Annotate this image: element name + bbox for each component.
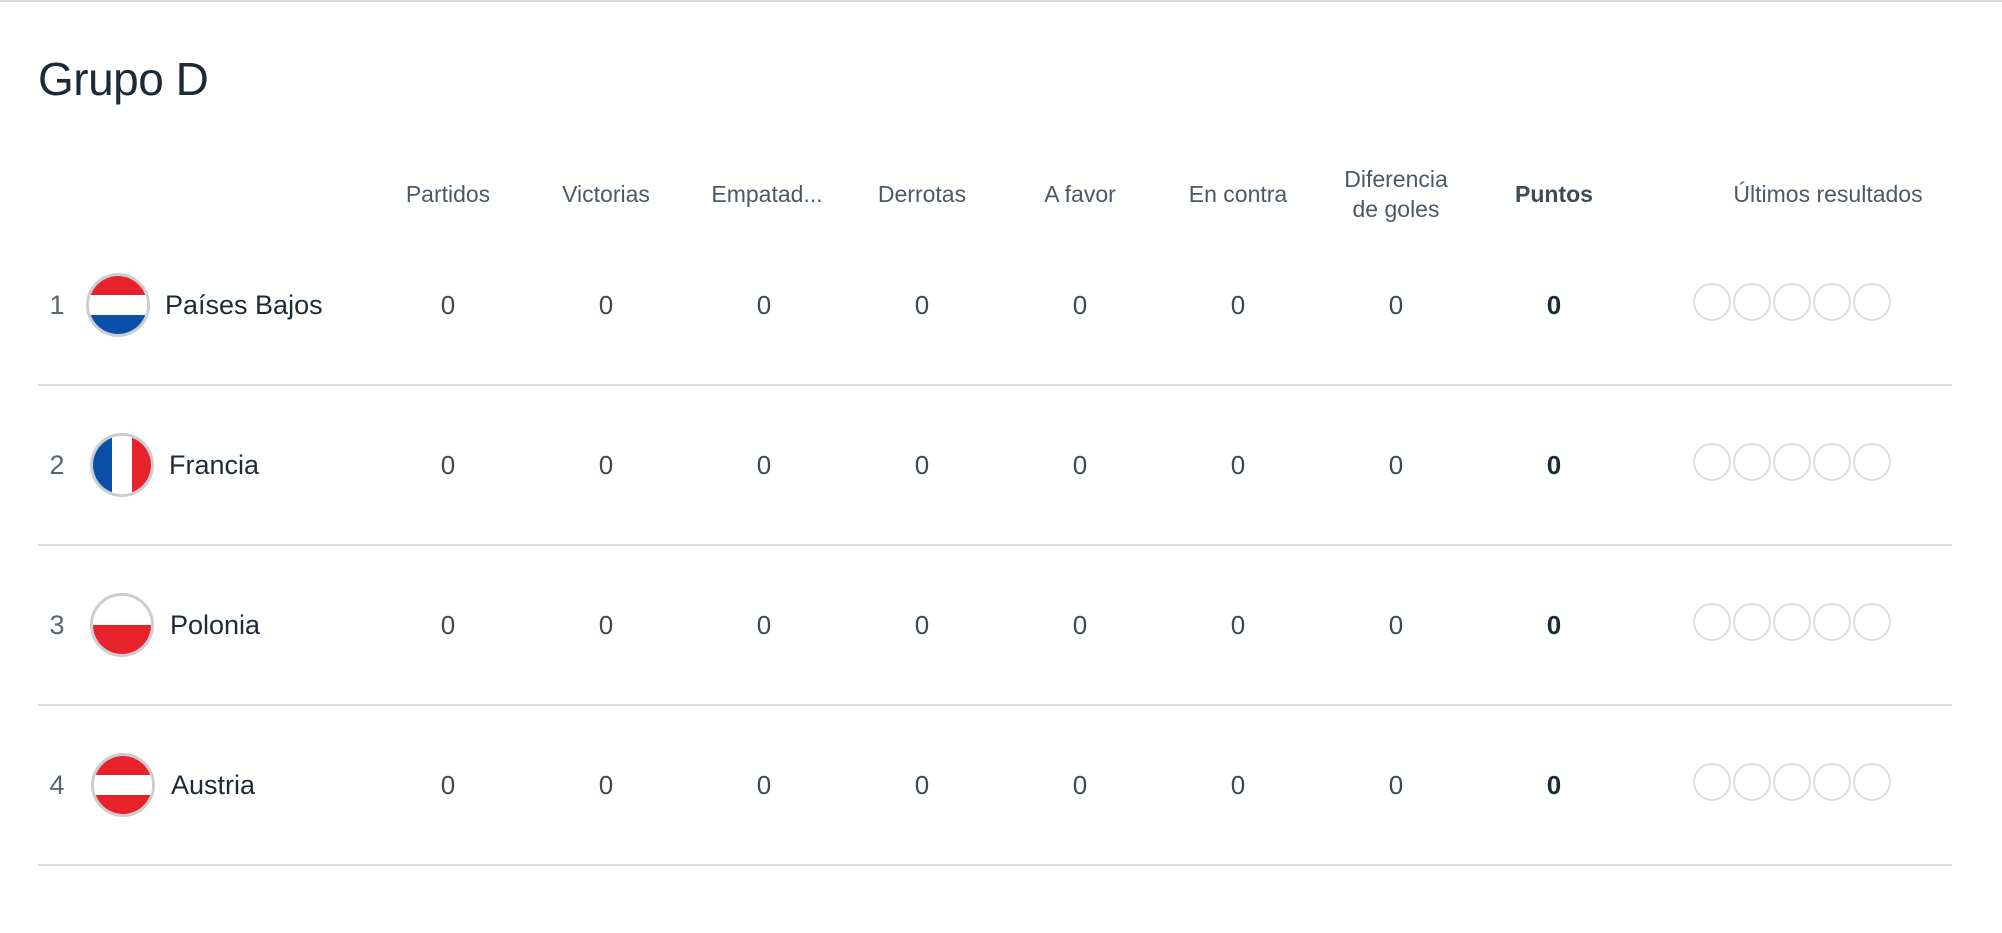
result-empty-icon	[1693, 603, 1731, 641]
last-results	[1693, 763, 1891, 801]
result-empty-icon	[1733, 283, 1771, 321]
cell-losses: 0	[914, 449, 930, 480]
cell-losses: 0	[914, 609, 930, 640]
cell-wins: 0	[598, 449, 614, 480]
col-goals-against[interactable]: En contra	[1168, 158, 1308, 230]
result-empty-icon	[1693, 283, 1731, 321]
poland-flag-icon	[90, 593, 154, 657]
result-empty-icon	[1773, 283, 1811, 321]
cell-draws: 0	[756, 769, 772, 800]
team-position: 3	[49, 609, 65, 640]
cell-goal-difference: 0	[1388, 609, 1404, 640]
col-goal-difference[interactable]: Diferencia de goles	[1332, 158, 1460, 230]
cell-points: 0	[1546, 769, 1562, 800]
col-played[interactable]: Partidos	[378, 158, 518, 230]
result-empty-icon	[1813, 443, 1851, 481]
cell-played: 0	[440, 289, 456, 320]
cell-goals-for: 0	[1072, 289, 1088, 320]
team-name-link[interactable]: Polonia	[170, 546, 260, 704]
result-empty-icon	[1693, 763, 1731, 801]
col-last-results: Últimos resultados	[1733, 181, 1923, 207]
cell-wins: 0	[598, 769, 614, 800]
cell-goals-against: 0	[1230, 769, 1246, 800]
cell-losses: 0	[914, 769, 930, 800]
table-row[interactable]: 2 Francia 0 0 0 0 0 0 0 0	[38, 386, 1952, 546]
table-row[interactable]: 4 Austria 0 0 0 0 0 0 0 0	[38, 706, 1952, 866]
result-empty-icon	[1813, 283, 1851, 321]
cell-goal-difference: 0	[1388, 769, 1404, 800]
table-row[interactable]: 3 Polonia 0 0 0 0 0 0 0 0	[38, 546, 1952, 706]
france-flag-icon	[90, 433, 154, 497]
team-position: 1	[49, 289, 65, 320]
cell-goal-difference: 0	[1388, 289, 1404, 320]
team-name-link[interactable]: Austria	[171, 706, 255, 864]
result-empty-icon	[1813, 603, 1851, 641]
standings-card: Grupo D Partidos Victorias Empatad... De…	[38, 0, 1952, 933]
result-empty-icon	[1853, 603, 1891, 641]
table-header: Partidos Victorias Empatad... Derrotas A…	[38, 158, 1952, 230]
cell-played: 0	[440, 769, 456, 800]
cell-goals-against: 0	[1230, 449, 1246, 480]
cell-draws: 0	[756, 449, 772, 480]
col-wins[interactable]: Victorias	[536, 158, 676, 230]
cell-goal-difference: 0	[1388, 449, 1404, 480]
result-empty-icon	[1853, 763, 1891, 801]
group-title: Grupo D	[38, 53, 209, 105]
table-row[interactable]: 1 Países Bajos 0 0 0 0 0 0 0 0	[38, 226, 1952, 386]
result-empty-icon	[1853, 283, 1891, 321]
last-results	[1693, 283, 1891, 321]
cell-goals-for: 0	[1072, 449, 1088, 480]
cell-draws: 0	[756, 609, 772, 640]
last-results	[1693, 443, 1891, 481]
austria-flag-icon	[91, 753, 155, 817]
cell-goals-against: 0	[1230, 289, 1246, 320]
team-position: 2	[49, 449, 65, 480]
result-empty-icon	[1773, 763, 1811, 801]
cell-goals-for: 0	[1072, 609, 1088, 640]
cell-played: 0	[440, 449, 456, 480]
team-name-link[interactable]: Países Bajos	[165, 226, 323, 384]
result-empty-icon	[1733, 603, 1771, 641]
team-position: 4	[49, 769, 65, 800]
netherlands-flag-icon	[86, 273, 150, 337]
cell-played: 0	[440, 609, 456, 640]
cell-losses: 0	[914, 289, 930, 320]
cell-goals-against: 0	[1230, 609, 1246, 640]
team-name-link[interactable]: Francia	[169, 386, 259, 544]
col-draws[interactable]: Empatad...	[697, 158, 837, 230]
cell-points: 0	[1546, 449, 1562, 480]
result-empty-icon	[1773, 603, 1811, 641]
cell-points: 0	[1546, 609, 1562, 640]
cell-wins: 0	[598, 289, 614, 320]
result-empty-icon	[1733, 443, 1771, 481]
result-empty-icon	[1773, 443, 1811, 481]
cell-points: 0	[1546, 289, 1562, 320]
result-empty-icon	[1733, 763, 1771, 801]
last-results	[1693, 603, 1891, 641]
cell-goals-for: 0	[1072, 769, 1088, 800]
cell-wins: 0	[598, 609, 614, 640]
cell-draws: 0	[756, 289, 772, 320]
result-empty-icon	[1853, 443, 1891, 481]
result-empty-icon	[1693, 443, 1731, 481]
col-points[interactable]: Puntos	[1484, 158, 1624, 230]
col-losses[interactable]: Derrotas	[852, 158, 992, 230]
result-empty-icon	[1813, 763, 1851, 801]
col-goals-for[interactable]: A favor	[1010, 158, 1150, 230]
